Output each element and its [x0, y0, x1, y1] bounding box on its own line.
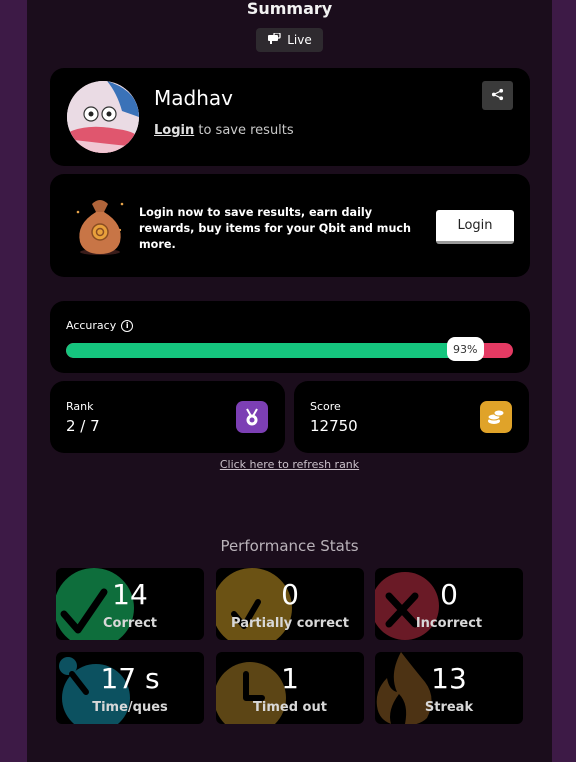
rank-card: Rank 2 / 7: [50, 381, 285, 453]
money-bag-icon: [70, 190, 130, 260]
time-per-question-value: 17 s: [100, 662, 160, 695]
score-value: 12750: [310, 417, 358, 435]
page-title: Summary: [246, 0, 333, 18]
stat-tile-streak: 13 Streak: [375, 652, 523, 724]
performance-stats-title: Performance Stats: [220, 537, 359, 555]
time-per-question-label: Time/ques: [92, 700, 168, 715]
live-label: Live: [287, 33, 312, 47]
accuracy-bar-fill: [66, 343, 482, 358]
accuracy-value: 93%: [446, 337, 484, 361]
live-badge: Live: [256, 28, 323, 52]
incorrect-label: Incorrect: [415, 616, 483, 631]
partially-correct-label: Partially correct: [231, 616, 349, 631]
login-promo-card: Login now to save results, earn daily re…: [50, 174, 530, 277]
streak-label: Streak: [424, 700, 474, 715]
promo-login-button[interactable]: Login: [436, 210, 514, 244]
live-icon: [267, 31, 281, 48]
right-sidebar-strip: [552, 0, 576, 762]
left-sidebar-strip: [0, 0, 27, 762]
correct-count: 14: [112, 578, 148, 611]
accuracy-label: Accuracy: [66, 319, 117, 332]
stat-tile-partially-correct: 0 Partially correct: [216, 568, 364, 640]
stat-tile-timed-out: 1 Timed out: [216, 652, 364, 724]
partially-correct-count: 0: [281, 578, 299, 611]
stat-tile-incorrect: 0 Incorrect: [375, 568, 523, 640]
info-icon[interactable]: i: [121, 319, 134, 332]
login-prompt: Login to save results: [154, 123, 294, 138]
medal-icon: [236, 401, 268, 433]
timed-out-label: Timed out: [253, 700, 327, 715]
incorrect-count: 0: [440, 578, 458, 611]
rank-value: 2 / 7: [66, 417, 100, 435]
accuracy-bar: [66, 343, 513, 358]
profile-card: Madhav Login to save results: [50, 68, 530, 166]
stat-tile-correct: 14 Correct: [56, 568, 204, 640]
streak-count: 13: [431, 662, 467, 695]
rank-label: Rank: [66, 400, 94, 413]
login-link[interactable]: Login: [154, 123, 194, 138]
share-button[interactable]: [482, 81, 513, 110]
accuracy-card: Accuracy i 93%: [50, 301, 530, 373]
refresh-rank-link[interactable]: Click here to refresh rank: [27, 458, 552, 471]
score-card: Score 12750: [294, 381, 529, 453]
promo-text: Login now to save results, earn daily re…: [139, 206, 412, 251]
timed-out-count: 1: [281, 662, 299, 695]
summary-panel: Summary Live Madhav Login to save result…: [27, 0, 552, 762]
correct-label: Correct: [102, 616, 158, 631]
stat-tile-time-per-question: 17 s Time/ques: [56, 652, 204, 724]
avatar[interactable]: [67, 81, 139, 153]
coins-icon: [480, 401, 512, 433]
share-icon: [491, 86, 504, 105]
user-name: Madhav: [154, 86, 233, 110]
score-label: Score: [310, 400, 341, 413]
accuracy-label-row: Accuracy i: [66, 319, 134, 332]
login-prompt-suffix: to save results: [194, 123, 294, 138]
